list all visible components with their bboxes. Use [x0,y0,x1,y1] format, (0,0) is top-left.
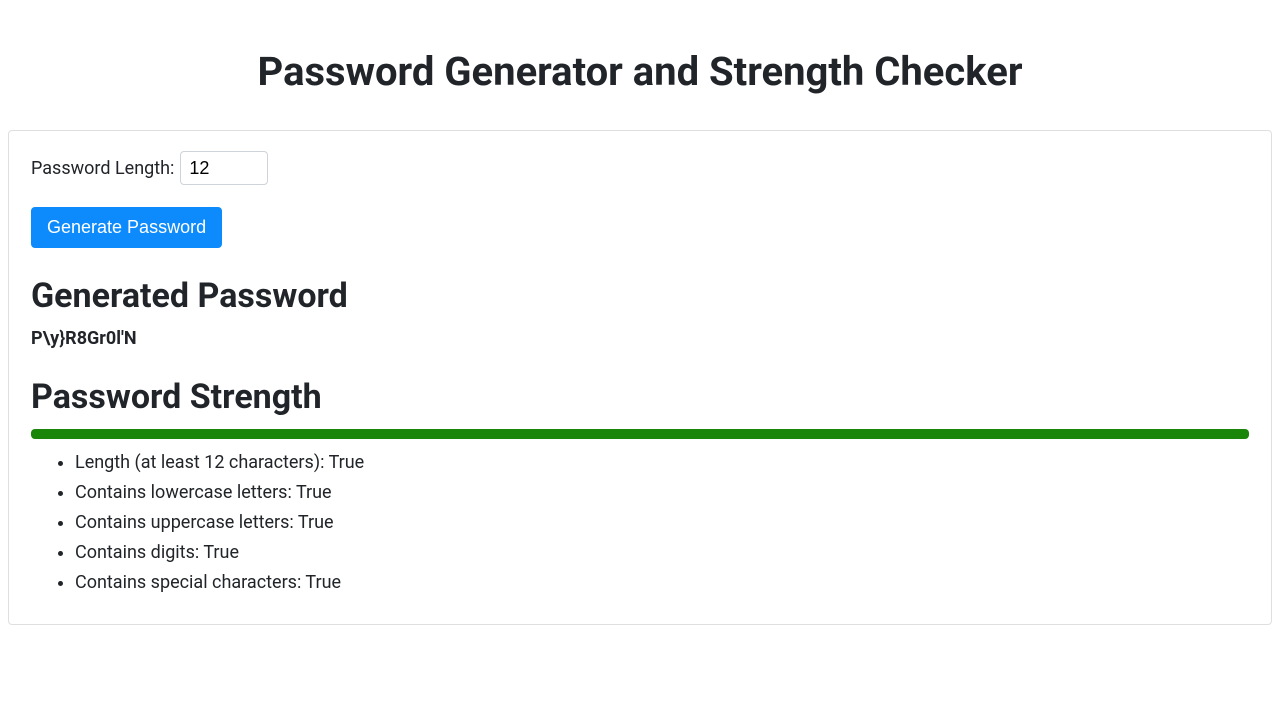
criteria-list: Length (at least 12 characters): True Co… [31,449,1249,596]
length-row: Password Length: [31,151,1249,185]
strength-heading: Password Strength [31,377,1249,417]
main-card: Password Length: Generate Password Gener… [8,130,1272,625]
length-input[interactable] [180,151,268,185]
criteria-item: Contains lowercase letters: True [75,479,1249,507]
criteria-item: Length (at least 12 characters): True [75,449,1249,477]
page-title: Password Generator and Strength Checker [8,48,1272,95]
generated-heading: Generated Password [31,276,1249,316]
generated-password: P\y}R8Gr0l'N [31,328,1249,349]
strength-progress [31,429,1249,439]
criteria-item: Contains special characters: True [75,569,1249,597]
criteria-item: Contains uppercase letters: True [75,509,1249,537]
length-label: Password Length: [31,158,174,179]
strength-progress-bar [31,429,1249,439]
generate-button[interactable]: Generate Password [31,207,222,248]
criteria-item: Contains digits: True [75,539,1249,567]
